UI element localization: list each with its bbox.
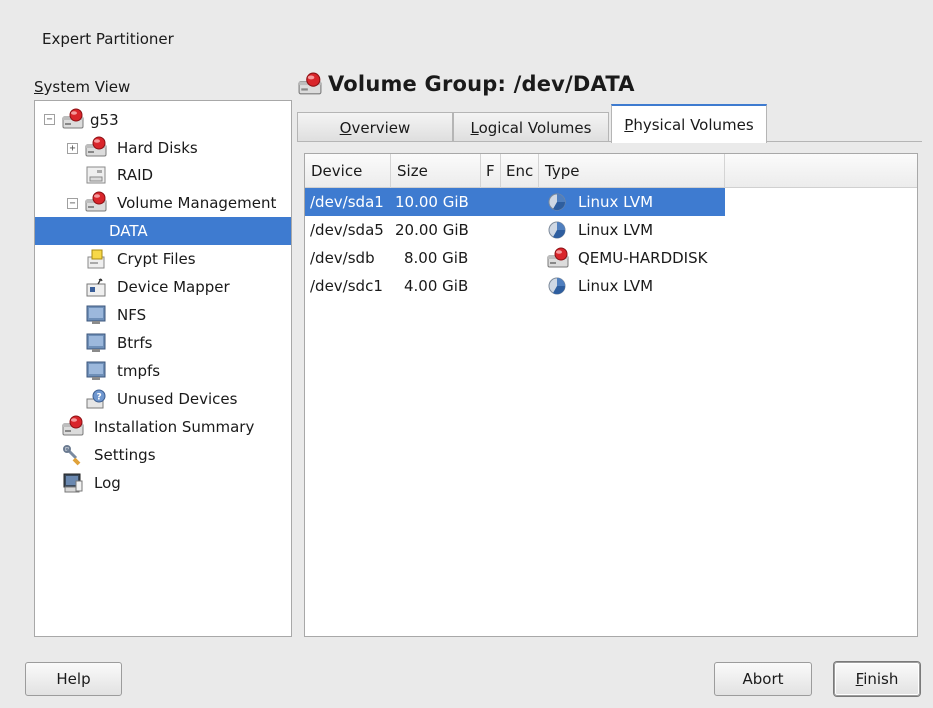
tree-item-installation-summary[interactable]: Installation Summary (35, 413, 291, 441)
unused-devices-icon: ? (86, 389, 106, 409)
cell-size: 4.00 GiB (404, 277, 469, 295)
column-header-f[interactable]: F (481, 154, 501, 188)
physical-volumes-table[interactable]: Device Size F Enc Type /dev/sda1 10.00 G… (304, 153, 918, 637)
tree-item-label: Hard Disks (117, 139, 198, 157)
tree-item-label: Device Mapper (117, 278, 230, 296)
column-header-device[interactable]: Device (305, 154, 391, 188)
tree-item-hard-disks[interactable]: + Hard Disks (35, 134, 291, 162)
harddisk-icon (298, 72, 322, 95)
lvm-pie-icon (548, 277, 566, 295)
finish-button-label: Finish (855, 670, 899, 688)
table-row[interactable]: /dev/sda1 10.00 GiB Linux LVM (305, 188, 725, 216)
help-button-label: Help (56, 670, 91, 688)
column-header-filler (725, 154, 919, 188)
finish-button[interactable]: Finish (834, 662, 920, 696)
crypt-files-icon (87, 249, 105, 269)
lvm-pie-icon (548, 221, 566, 239)
tree-item-label: Unused Devices (117, 390, 238, 408)
volume-group-header: Volume Group: /dev/DATA (298, 72, 635, 96)
window-title: Expert Partitioner (42, 30, 174, 48)
tree-item-label: DATA (109, 222, 148, 240)
page-title: Volume Group: /dev/DATA (328, 72, 635, 96)
cell-size: 10.00 GiB (395, 193, 469, 211)
nfs-icon (86, 305, 106, 325)
column-header-type[interactable]: Type (539, 154, 725, 188)
svg-text:?: ? (97, 393, 102, 403)
settings-wrench-icon (63, 445, 81, 466)
tree-item-label: g53 (90, 111, 119, 129)
table-row[interactable]: /dev/sdc1 4.00 GiB Linux LVM (305, 272, 725, 300)
tab-physical-volumes[interactable]: Physical Volumes (611, 104, 767, 143)
abort-button[interactable]: Abort (714, 662, 812, 696)
tab-divider (297, 141, 922, 142)
cell-device: /dev/sdc1 (310, 277, 383, 295)
collapse-icon[interactable]: − (44, 114, 55, 125)
harddisk-icon (85, 136, 107, 157)
cell-type: Linux LVM (578, 277, 654, 295)
tree-item-tmpfs[interactable]: tmpfs (35, 357, 291, 385)
harddisk-icon (85, 191, 107, 212)
cell-device: /dev/sdb (310, 249, 375, 267)
tree-item-device-mapper[interactable]: Device Mapper (35, 273, 291, 301)
tree-item-volume-management[interactable]: − Volume Management (35, 189, 291, 217)
cell-type: Linux LVM (578, 221, 654, 239)
harddisk-icon (547, 247, 569, 268)
abort-button-label: Abort (742, 670, 784, 688)
tree-item-label: Settings (94, 446, 156, 464)
tree-item-btrfs[interactable]: Btrfs (35, 329, 291, 357)
tree-item-data[interactable]: DATA (35, 217, 291, 245)
tree-item-crypt-files[interactable]: Crypt Files (35, 245, 291, 273)
tree-item-label: RAID (117, 166, 154, 184)
tree-item-label: Volume Management (117, 194, 277, 212)
cell-size: 20.00 GiB (395, 221, 469, 239)
cell-size: 8.00 GiB (404, 249, 469, 267)
tab-label: Overview (339, 118, 411, 137)
tree-item-settings[interactable]: Settings (35, 441, 291, 469)
table-row[interactable]: /dev/sdb 8.00 GiB QEMU-HARDDISK (305, 244, 725, 272)
tree-item-label: Btrfs (117, 334, 153, 352)
tree-item-label: Crypt Files (117, 250, 196, 268)
cell-device: /dev/sda1 (310, 193, 384, 211)
tree-item-label: Installation Summary (94, 418, 255, 436)
tab-label: Physical Volumes (624, 115, 754, 134)
harddisk-icon (62, 415, 84, 436)
cell-device: /dev/sda5 (310, 221, 384, 239)
system-view-label: System View (34, 78, 131, 96)
tree-item-g53[interactable]: − g53 (35, 106, 291, 134)
table-row[interactable]: /dev/sda5 20.00 GiB Linux LVM (305, 216, 725, 244)
raid-icon (86, 166, 106, 184)
tree-item-nfs[interactable]: NFS (35, 301, 291, 329)
help-button[interactable]: Help (25, 662, 122, 696)
column-header-size[interactable]: Size (391, 154, 481, 188)
tree-item-label: NFS (117, 306, 147, 324)
tree-item-log[interactable]: Log (35, 469, 291, 497)
tree-item-label: Log (94, 474, 121, 492)
cell-type: Linux LVM (578, 193, 654, 211)
device-mapper-icon (86, 278, 106, 297)
expand-icon[interactable]: + (67, 143, 78, 154)
cell-type: QEMU-HARDDISK (578, 249, 708, 267)
tree-item-unused-devices[interactable]: ? Unused Devices (35, 385, 291, 413)
harddisk-icon (62, 108, 84, 129)
tree-item-raid[interactable]: RAID (35, 161, 291, 189)
system-view-tree[interactable]: − g53 + Hard Disks RAID − Volume Managem… (34, 100, 292, 637)
tab-overview[interactable]: Overview (297, 112, 453, 142)
tab-label: Logical Volumes (470, 118, 592, 137)
column-header-enc[interactable]: Enc (501, 154, 539, 188)
table-header: Device Size F Enc Type (305, 154, 917, 188)
btrfs-icon (86, 333, 106, 353)
tab-logical-volumes[interactable]: Logical Volumes (453, 112, 609, 142)
log-icon (63, 473, 83, 493)
collapse-icon[interactable]: − (67, 198, 78, 209)
tree-item-label: tmpfs (117, 362, 161, 380)
tmpfs-icon (86, 361, 106, 381)
lvm-pie-icon (548, 193, 566, 211)
